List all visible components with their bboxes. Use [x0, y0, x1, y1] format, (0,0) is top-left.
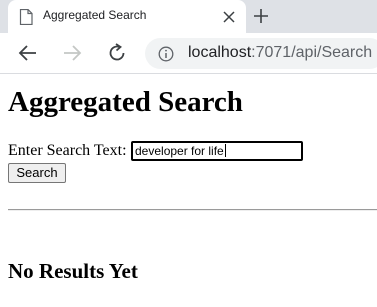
text-caret — [224, 144, 226, 157]
search-label: Enter Search Text: — [8, 142, 127, 159]
tab-title: Aggregated Search — [43, 8, 147, 22]
search-input[interactable]: developer for life — [131, 141, 303, 161]
url-path: :7071/api/Search — [251, 44, 373, 61]
results-heading: No Results Yet — [8, 259, 138, 283]
horizontal-divider — [8, 209, 377, 211]
info-icon[interactable] — [158, 46, 174, 62]
forward-arrow-icon[interactable] — [62, 43, 82, 63]
browser-toolbar: localhost:7071/api/Search — [0, 33, 377, 74]
page-icon — [19, 9, 33, 25]
back-arrow-icon[interactable] — [18, 43, 38, 63]
url-text[interactable]: localhost:7071/api/Search — [188, 44, 372, 62]
reload-icon[interactable] — [107, 43, 127, 63]
close-icon[interactable] — [222, 10, 236, 24]
search-input-value: developer for life — [135, 144, 224, 158]
tab-strip: Aggregated Search — [0, 0, 377, 33]
url-host: localhost — [188, 44, 252, 61]
address-bar[interactable]: localhost:7071/api/Search — [145, 38, 377, 69]
page-content: Aggregated Search Enter Search Text: dev… — [0, 74, 377, 307]
search-button[interactable]: Search — [8, 163, 66, 183]
new-tab-icon[interactable] — [252, 7, 270, 25]
page-title: Aggregated Search — [8, 86, 243, 118]
browser-tab[interactable]: Aggregated Search — [8, 0, 246, 33]
